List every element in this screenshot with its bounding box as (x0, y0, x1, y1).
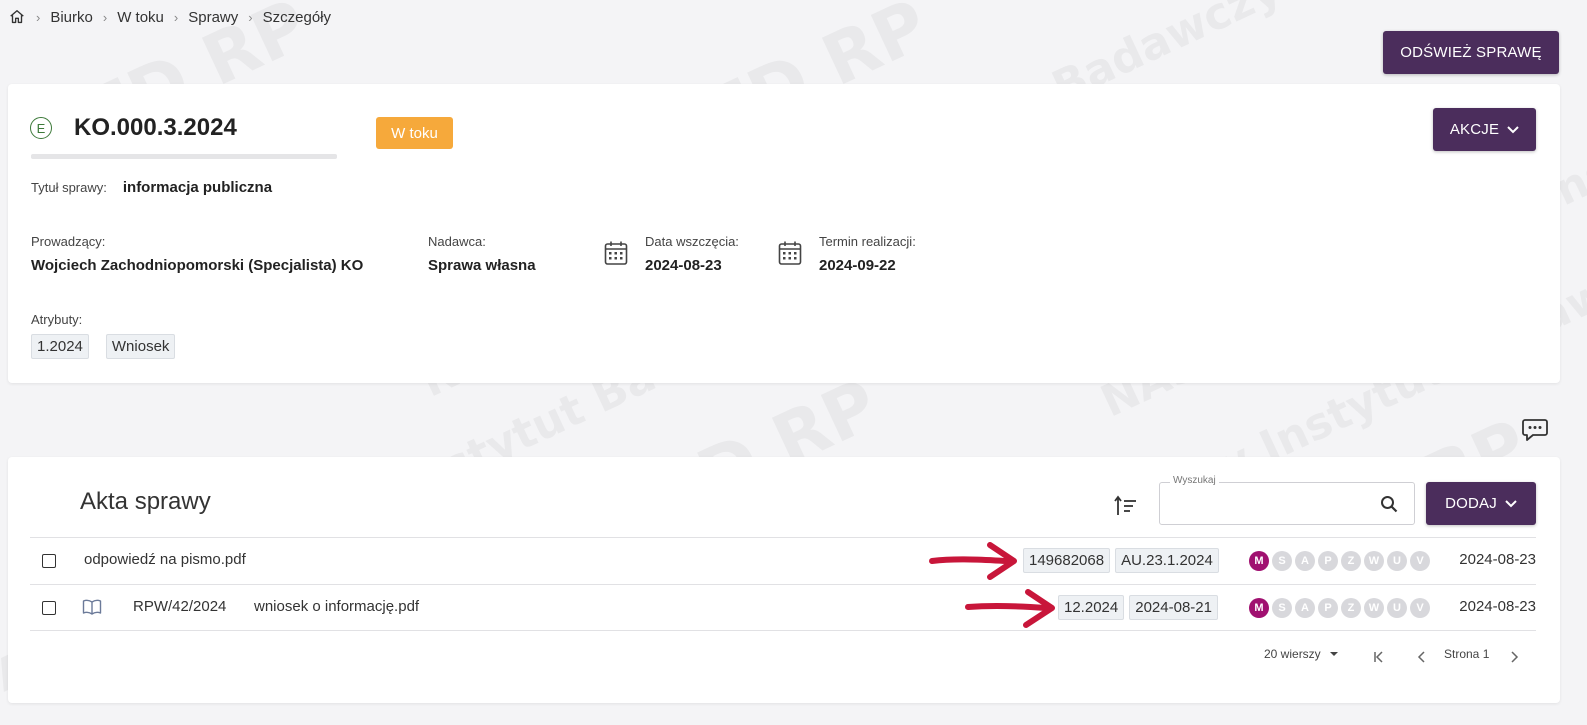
calendar-icon (604, 241, 628, 265)
attribute-tag: 1.2024 (31, 334, 89, 359)
row-tag: 2024-08-21 (1129, 595, 1218, 620)
status-letter: P (1318, 551, 1338, 571)
chevron-down-icon (1507, 125, 1519, 133)
register-book-icon (82, 599, 102, 615)
search-icon[interactable] (1380, 495, 1398, 513)
row-date: 2024-08-23 (1459, 551, 1536, 568)
status-letter: S (1272, 551, 1292, 571)
status-letter: A (1295, 551, 1315, 571)
case-title-label: Tytuł sprawy: (31, 180, 107, 195)
file-name[interactable]: odpowiedź na pismo.pdf (84, 551, 246, 568)
start-date-value: 2024-08-23 (645, 257, 722, 274)
row-checkbox[interactable] (42, 601, 56, 615)
case-title-row: E KO.000.3.2024 (30, 114, 237, 142)
case-files-card: Akta sprawy Wyszukaj DODAJ odpowiedź na … (8, 457, 1560, 703)
page-indicator: Strona 1 (1444, 647, 1489, 661)
status-letter: Z (1341, 598, 1361, 618)
start-date-field: Data wszczęcia: 2024-08-23 (645, 234, 739, 274)
start-date-label: Data wszczęcia: (645, 234, 739, 249)
table-row[interactable]: RPW/42/2024 wniosek o informację.pdf 12.… (30, 584, 1536, 631)
case-title-field: Tytuł sprawy: informacja publiczna (31, 179, 272, 196)
sender-value: Sprawa własna (428, 257, 536, 274)
status-letter: A (1295, 598, 1315, 618)
next-page-icon[interactable] (1507, 650, 1521, 664)
status-letter: M (1249, 598, 1269, 618)
deadline-value: 2024-09-22 (819, 257, 896, 274)
first-page-icon[interactable] (1372, 650, 1386, 664)
case-title-value: informacja publiczna (122, 179, 273, 196)
status-letter: V (1410, 598, 1430, 618)
refresh-case-button[interactable]: ODŚWIEŻ SPRAWĘ (1383, 31, 1559, 74)
file-name[interactable]: wniosek o informację.pdf (254, 598, 419, 615)
table-row[interactable]: odpowiedź na pismo.pdf 149682068 AU.23.1… (30, 537, 1536, 584)
breadcrumb-separator: › (248, 9, 253, 25)
attributes-label-wrap: Atrybuty: (31, 312, 82, 327)
breadcrumb-separator: › (102, 9, 108, 25)
caret-down-icon (1329, 652, 1338, 656)
refresh-case-label: ODŚWIEŻ SPRAWĘ (1400, 44, 1542, 61)
case-details-card: E KO.000.3.2024 W toku AKCJE Tytuł spraw… (8, 84, 1560, 383)
breadcrumb-item-biurko[interactable]: Biurko (50, 9, 93, 26)
status-letter: Z (1341, 551, 1361, 571)
status-badge: W toku (376, 117, 453, 149)
add-dropdown-button[interactable]: DODAJ (1426, 482, 1536, 525)
breadcrumb-item-szczegoly: Szczegóły (262, 8, 331, 26)
annotation-arrow (929, 542, 1017, 580)
case-files-title: Akta sprawy (80, 488, 211, 515)
sender-label: Nadawca: (428, 234, 486, 249)
actions-label: AKCJE (1449, 121, 1500, 138)
page-label: Strona 1 (1444, 647, 1490, 661)
attributes-label: Atrybuty: (31, 312, 83, 327)
attribute-tag: Wniosek (105, 334, 176, 359)
owner-field: Prowadzący: Wojciech Zachodniopomorski (… (31, 234, 363, 274)
register-ref[interactable]: RPW/42/2024 (133, 598, 226, 615)
status-letter: S (1272, 598, 1292, 618)
breadcrumb-item-sprawy[interactable]: Sprawy (188, 9, 238, 26)
row-tag: 12.2024 (1058, 595, 1125, 620)
status-letter: V (1410, 551, 1430, 571)
status-letters: M S A P Z W U V (1249, 598, 1430, 618)
breadcrumb: › Biurko › W toku › Sprawy › Szczegóły (8, 6, 331, 28)
status-letter: M (1249, 551, 1269, 571)
owner-value: Wojciech Zachodniopomorski (Specjalista)… (31, 257, 364, 274)
search-label: Wyszukaj (1170, 475, 1219, 486)
breadcrumb-item-w-toku[interactable]: W toku (117, 9, 164, 26)
sender-field: Nadawca: Sprawa własna (428, 234, 536, 274)
row-tags: 149682068 AU.23.1.2024 (1023, 548, 1219, 573)
actions-dropdown-button[interactable]: AKCJE (1433, 108, 1536, 151)
row-tag: AU.23.1.2024 (1115, 548, 1219, 573)
attributes-list: 1.2024 Wniosek (31, 334, 176, 359)
annotation-arrow (965, 589, 1055, 628)
comment-icon[interactable] (1521, 417, 1549, 443)
status-letter: U (1387, 598, 1407, 618)
status-letter: W (1364, 551, 1384, 571)
row-checkbox[interactable] (42, 554, 56, 568)
row-tag: 149682068 (1023, 548, 1111, 573)
home-icon[interactable] (8, 8, 26, 26)
status-letter: W (1364, 598, 1384, 618)
status-letter: P (1318, 598, 1338, 618)
sort-icon[interactable] (1114, 494, 1138, 518)
electronic-case-icon: E (30, 117, 52, 139)
deadline-field: Termin realizacji: 2024-09-22 (819, 234, 916, 274)
search-field[interactable]: Wyszukaj (1159, 475, 1415, 525)
add-label: DODAJ (1445, 495, 1497, 512)
breadcrumb-separator: › (173, 9, 179, 25)
search-input[interactable] (1170, 493, 1370, 515)
status-letters: M S A P Z W U V (1249, 551, 1430, 571)
previous-page-icon[interactable] (1415, 650, 1429, 664)
row-tags: 12.2024 2024-08-21 (1058, 595, 1218, 620)
owner-label: Prowadzący: (31, 234, 106, 249)
case-number-underline (31, 154, 337, 159)
breadcrumb-separator: › (36, 9, 41, 25)
case-number: KO.000.3.2024 (74, 114, 237, 141)
row-date: 2024-08-23 (1459, 598, 1536, 615)
deadline-label: Termin realizacji: (819, 234, 916, 249)
calendar-icon (778, 241, 802, 265)
status-letter: U (1387, 551, 1407, 571)
rows-per-page-value: 20 wierszy (1264, 647, 1321, 661)
chevron-down-icon (1505, 499, 1517, 507)
rows-per-page-select[interactable]: 20 wierszy (1264, 647, 1341, 661)
